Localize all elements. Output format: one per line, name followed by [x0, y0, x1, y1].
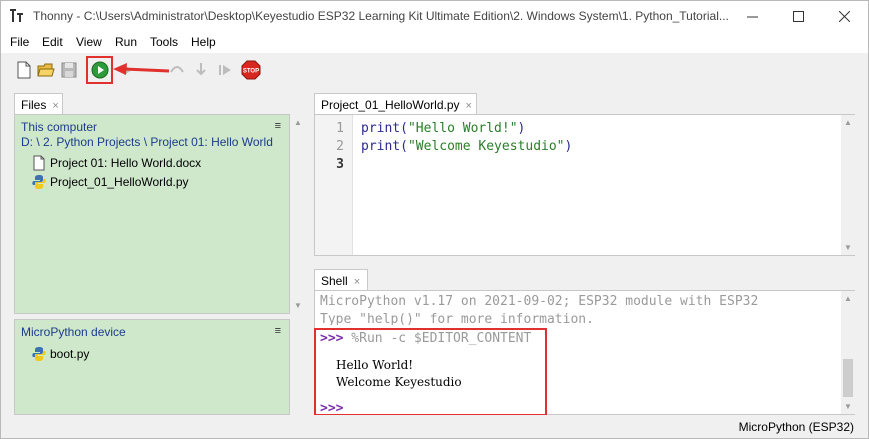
python-icon	[32, 347, 46, 361]
arrow-pointer-icon	[113, 63, 170, 75]
menu-view[interactable]: View	[76, 35, 102, 49]
file-name: Project 01: Hello World.docx	[50, 156, 202, 170]
code-string: "Welcome Keyestudio"	[407, 139, 565, 154]
tab-files-label: Files	[21, 98, 47, 112]
shell-banner-line-2: Type "help()" for more information.	[320, 312, 594, 325]
code-paren: )	[564, 139, 573, 154]
new-file-icon[interactable]	[14, 60, 34, 80]
code-line-2[interactable]: print("Welcome Keyestudio")	[361, 139, 572, 154]
step-into-icon[interactable]	[191, 60, 211, 80]
close-button[interactable]	[822, 1, 868, 32]
menu-bar: File Edit View Run Tools Help	[1, 32, 868, 53]
scroll-down-icon[interactable]: ▼	[844, 402, 852, 411]
minimize-button[interactable]	[730, 1, 776, 32]
section-title-this-computer: This computer	[21, 120, 98, 134]
tab-files-close-icon[interactable]: ×	[52, 100, 58, 112]
scroll-thumb[interactable]	[843, 359, 853, 397]
line-number: 1	[336, 121, 344, 136]
files-panel-device: MicroPython device ≡ boot.py	[14, 319, 290, 415]
menu-edit[interactable]: Edit	[42, 35, 63, 49]
files-scrollbar[interactable]: ▲ ▼	[291, 115, 305, 313]
python-icon	[32, 175, 46, 189]
shell-highlight-box	[314, 328, 547, 416]
menu-tools[interactable]: Tools	[150, 35, 178, 49]
current-path[interactable]: D: \ 2. Python Projects \ Project 01: He…	[21, 135, 273, 149]
stop-icon[interactable]: STOP	[241, 60, 261, 80]
files-panel-this-computer: This computer ≡ D: \ 2. Python Projects …	[14, 114, 305, 314]
files-menu-icon[interactable]: ≡	[275, 120, 281, 132]
interpreter-status[interactable]: MicroPython (ESP32)	[739, 420, 854, 434]
scroll-up-icon[interactable]: ▲	[844, 294, 852, 303]
open-folder-icon[interactable]	[36, 60, 56, 80]
editor-tab-close-icon[interactable]: ×	[466, 100, 472, 112]
section-title-device: MicroPython device	[21, 325, 126, 339]
close-icon	[839, 11, 850, 22]
file-name: boot.py	[50, 347, 90, 361]
menu-help[interactable]: Help	[191, 35, 216, 49]
shell-banner-line-1: MicroPython v1.17 on 2021-09-02; ESP32 m…	[320, 294, 759, 309]
file-name: Project_01_HelloWorld.py	[50, 175, 189, 189]
code-editor[interactable]: 1 2 3 print("Hello World!") print("Welco…	[314, 114, 855, 256]
editor-tab-label: Project_01_HelloWorld.py	[321, 98, 460, 112]
code-fn: print(	[361, 139, 408, 154]
line-number: 2	[336, 139, 344, 154]
stop-label: STOP	[243, 69, 259, 75]
line-number-gutter: 1 2 3	[315, 115, 353, 255]
menu-file[interactable]: File	[10, 35, 29, 49]
code-line-1[interactable]: print("Hello World!")	[361, 121, 525, 136]
thonny-window: Thonny - C:\Users\Administrator\Desktop\…	[0, 0, 869, 439]
scroll-up-icon[interactable]: ▲	[844, 118, 852, 127]
tab-shell[interactable]: Shell ×	[314, 269, 368, 290]
shell-scrollbar[interactable]: ▲ ▼	[841, 291, 855, 414]
tab-files[interactable]: Files ×	[14, 93, 63, 114]
title-bar: Thonny - C:\Users\Administrator\Desktop\…	[1, 1, 868, 32]
code-fn: print(	[361, 121, 408, 136]
scroll-down-icon[interactable]: ▼	[844, 243, 852, 252]
scroll-down-icon[interactable]: ▼	[294, 301, 302, 310]
shell-tab-close-icon[interactable]: ×	[354, 276, 360, 288]
document-icon	[33, 155, 45, 171]
save-icon[interactable]	[59, 60, 79, 80]
resume-icon[interactable]	[215, 60, 235, 80]
minimize-icon	[747, 16, 758, 18]
scroll-up-icon[interactable]: ▲	[294, 118, 302, 127]
menu-run[interactable]: Run	[115, 35, 137, 49]
code-paren: )	[517, 121, 526, 136]
maximize-icon	[793, 11, 804, 22]
editor-scrollbar[interactable]: ▲ ▼	[841, 115, 855, 255]
run-highlight-box	[86, 56, 113, 84]
window-title: Thonny - C:\Users\Administrator\Desktop\…	[33, 9, 729, 23]
tab-editor-file[interactable]: Project_01_HelloWorld.py ×	[314, 93, 477, 114]
device-menu-icon[interactable]: ≡	[275, 325, 281, 337]
code-string: "Hello World!"	[407, 121, 518, 136]
thonny-logo-icon	[10, 9, 23, 22]
line-number-current: 3	[336, 157, 344, 172]
maximize-button[interactable]	[776, 1, 822, 32]
shell-tab-label: Shell	[321, 274, 348, 288]
status-bar: MicroPython (ESP32)	[1, 415, 868, 438]
